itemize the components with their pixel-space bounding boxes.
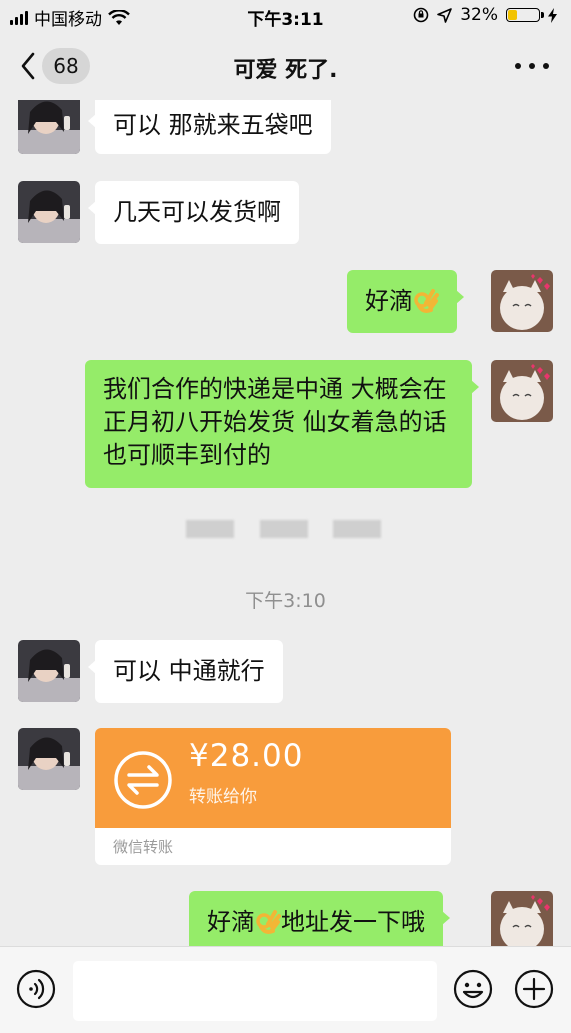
message-text: 地址发一下哦 [281,908,425,936]
ok-hand-icon [414,289,439,313]
time-divider: 下午3:10 [245,590,326,612]
input-bar [0,946,571,1033]
message-bubble-right[interactable]: 我们合作的快递是中通 大概会在正月初八开始发货 仙女着急的话也可顺丰到付的 [85,360,479,488]
status-right: 32% [413,5,557,25]
contact-avatar[interactable] [18,100,80,154]
charging-bolt-icon [548,7,557,23]
voice-input-icon[interactable] [16,969,56,1009]
message-text: 我们合作的快递是中通 大概会在正月初八开始发货 仙女着急的话也可顺丰到付的 [103,375,447,469]
chat-header: 68 可爱 死了. [0,32,571,100]
contact-avatar[interactable] [18,728,80,790]
transfer-description: 转账给你 [189,787,257,807]
contact-avatar[interactable] [18,181,80,243]
redacted-system-notice [186,520,386,540]
transfer-footer-label: 微信转账 [113,838,174,856]
message-text: 几天可以发货啊 [113,198,281,226]
more-dot-icon [543,63,549,69]
more-dot-icon [515,63,521,69]
battery-icon [506,8,544,22]
transfer-amount: ¥28.00 [189,738,304,774]
message-list[interactable]: 可以 那就来五袋吧 几天可以发货啊 好滴 我们合作的快递是中通 大概会在正月初八… [0,100,571,946]
ok-hand-icon [256,910,281,934]
message-bubble-right[interactable]: 好滴 地址发一下哦 [189,891,450,946]
message-text: 可以 那就来五袋吧 [113,111,313,139]
more-options-button[interactable] [515,52,549,80]
message-input[interactable] [73,961,437,1021]
message-bubble-left[interactable]: 几天可以发货啊 [88,181,299,244]
message-bubble-left[interactable]: 可以 中通就行 [88,640,283,703]
battery-percent: 32% [460,5,498,25]
message-bubble-right[interactable]: 好滴 [347,270,464,333]
my-avatar[interactable] [491,270,553,332]
my-avatar[interactable] [491,891,553,946]
location-arrow-icon [437,7,453,23]
my-avatar[interactable] [491,360,553,422]
contact-avatar[interactable] [18,640,80,702]
plus-icon[interactable] [514,969,554,1009]
message-text: 好滴 [365,287,413,315]
emoji-icon[interactable] [453,969,493,1009]
message-text: 可以 中通就行 [113,657,265,685]
message-bubble-left[interactable]: 可以 那就来五袋吧 [88,100,331,154]
status-bar: 中国移动 下午3:11 32% [0,0,571,32]
message-text: 好滴 [207,908,255,936]
transfer-arrows-icon [114,751,172,809]
chat-title: 可爱 死了. [233,58,338,83]
more-dot-icon [529,63,535,69]
transfer-card[interactable]: ¥28.00 转账给你 微信转账 [95,728,451,865]
rotation-lock-icon [413,7,429,23]
transfer-card-header: ¥28.00 转账给你 [95,728,451,828]
